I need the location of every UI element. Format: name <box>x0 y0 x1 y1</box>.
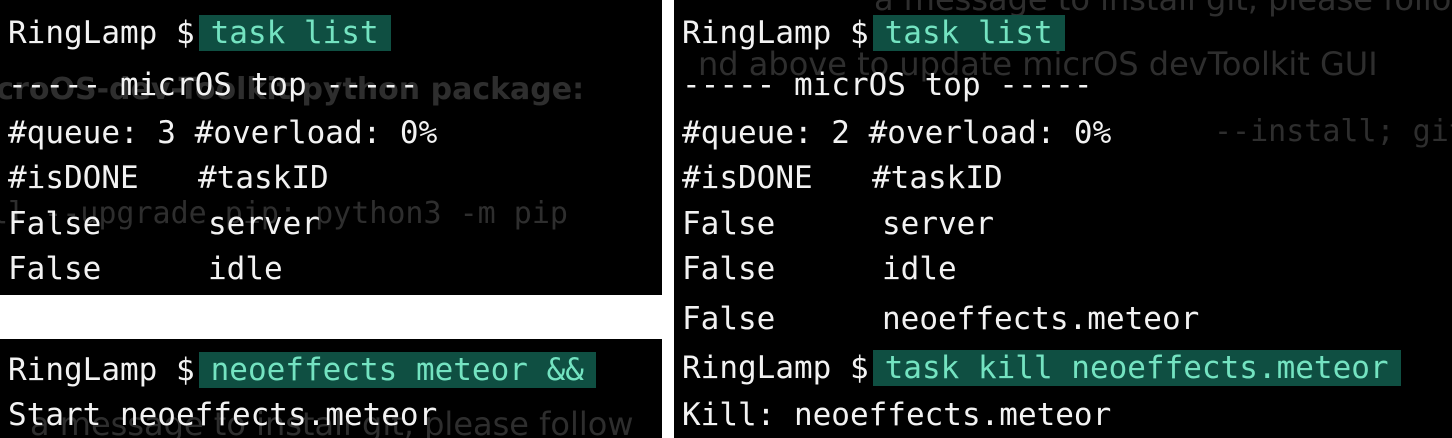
table-row: False server <box>682 201 994 247</box>
column-headers: #isDONE #taskID <box>8 155 329 201</box>
column-isdone: #isDONE <box>8 160 139 196</box>
command-text: task list <box>872 15 1065 51</box>
command-output: Kill: neoeffects.meteor <box>682 397 1112 433</box>
task-id: server <box>208 206 320 242</box>
command-line: RingLamp $ task list <box>682 10 1065 56</box>
table-row: False idle <box>8 246 283 292</box>
command-line: RingLamp $ neoeffects meteor && <box>8 347 596 393</box>
task-done: False <box>682 251 776 287</box>
prompt: RingLamp $ <box>8 352 195 388</box>
top-header: ----- micrOS top ----- <box>682 67 1093 103</box>
task-id: idle <box>208 251 283 287</box>
command-text: task kill neoeffects.meteor <box>872 350 1401 386</box>
queue-status: #queue: 3 #overload: 0% <box>8 115 438 151</box>
table-row: False idle <box>682 246 957 292</box>
command-line: RingLamp $ task kill neoeffects.meteor <box>682 345 1401 391</box>
task-done: False <box>8 251 102 287</box>
task-id: idle <box>882 251 957 287</box>
task-done: False <box>682 301 776 337</box>
task-done: False <box>8 206 102 242</box>
command-output: Start neoeffects.meteor <box>8 397 438 433</box>
column-isdone: #isDONE <box>682 160 813 196</box>
background-ghost-text: --install; git <box>1214 114 1452 149</box>
command-line: RingLamp $ task list <box>8 10 391 56</box>
task-id: neoeffects.meteor <box>882 301 1200 337</box>
table-row: False neoeffects.meteor <box>682 296 1199 342</box>
terminal-panel-left-bottom[interactable]: a message to install git, please follow … <box>0 339 662 438</box>
prompt: RingLamp $ <box>682 15 869 51</box>
prompt: RingLamp $ <box>8 15 195 51</box>
column-taskid: #taskID <box>198 160 329 196</box>
table-row: False server <box>8 201 320 247</box>
task-done: False <box>682 206 776 242</box>
terminal-panel-right[interactable]: a message to install git, please follow … <box>674 0 1452 438</box>
column-taskid: #taskID <box>872 160 1003 196</box>
top-header: ----- micrOS top ----- <box>8 67 419 103</box>
prompt: RingLamp $ <box>682 350 869 386</box>
command-text: task list <box>198 15 391 51</box>
terminal-panel-left-top[interactable]: icroOS-dev-Toolkit python package: ll --… <box>0 0 662 295</box>
command-text: neoeffects meteor && <box>198 352 596 388</box>
task-id: server <box>882 206 994 242</box>
column-headers: #isDONE #taskID <box>682 155 1003 201</box>
queue-status: #queue: 2 #overload: 0% <box>682 115 1112 151</box>
